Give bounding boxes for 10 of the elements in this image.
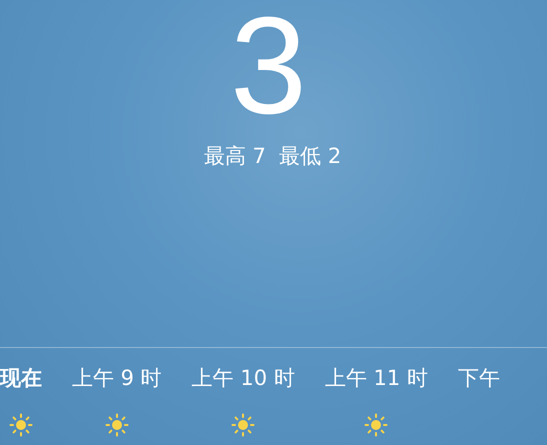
hour-label: 上午 11 时 — [324, 365, 428, 391]
sun-icon — [104, 413, 129, 437]
temperature: 3 — [230, 4, 307, 128]
hour-label: 上午 10 时 — [192, 365, 295, 391]
hour-label: 下午 — [458, 365, 500, 391]
sun-icon — [231, 413, 256, 437]
sun-icon — [364, 413, 388, 437]
sun-icon — [9, 413, 33, 437]
hour-label: 上午 9 时 — [72, 365, 162, 391]
high-low-temperature: 最高 7 最低 2 — [204, 143, 342, 170]
